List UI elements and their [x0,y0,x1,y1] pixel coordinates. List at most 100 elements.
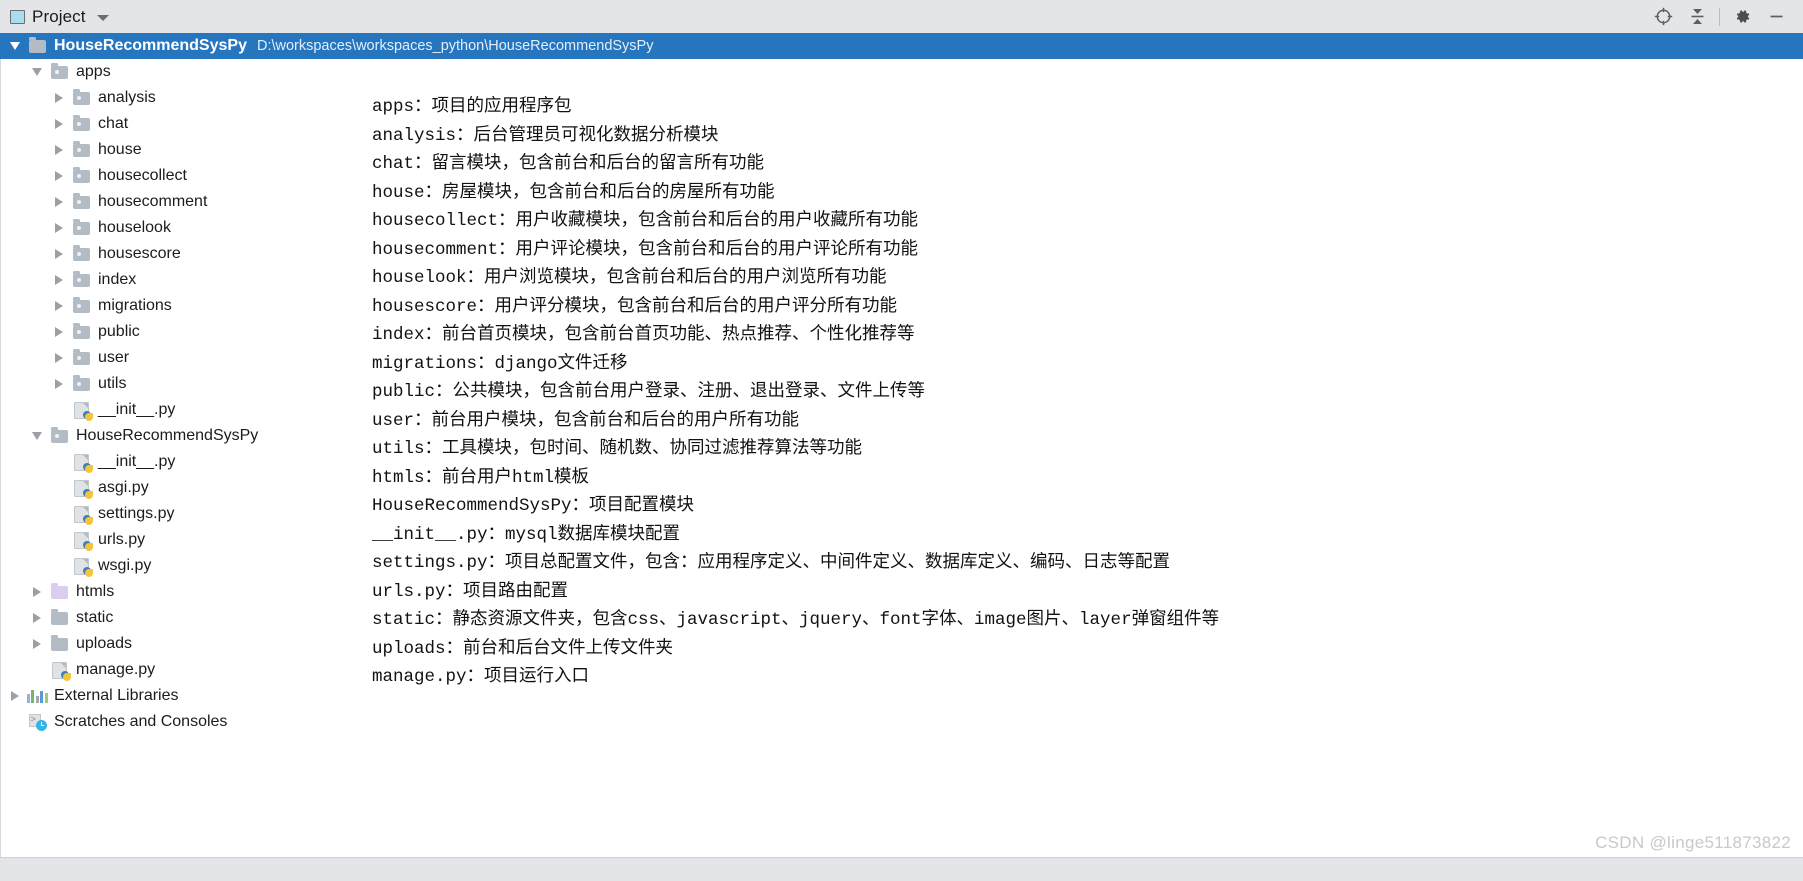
tree-row[interactable]: apps [0,59,1803,85]
twisty-collapsed-icon[interactable] [48,111,70,137]
description-line: houselook：用户浏览模块，包含前台和后台的用户浏览所有功能 [372,268,887,288]
description-line: static：静态资源文件夹，包含css、javascript、jquery、f… [372,610,1220,630]
twisty-expanded-icon[interactable] [26,423,48,449]
description-line: htmls：前台用户html模板 [372,467,590,488]
description-line: migrations：django文件迁移 [372,353,628,374]
folder-template-icon [48,579,70,605]
python-file-icon [70,449,93,475]
twisty-collapsed-icon[interactable] [48,293,70,319]
twisty-placeholder [48,449,70,475]
twisty-placeholder [48,475,70,501]
tree-row-label: housecollect [98,167,187,184]
tree-row-label: htmls [76,583,115,600]
tree-row-label: housescore [98,245,181,262]
folder-package-icon [70,189,92,215]
description-line: public：公共模块，包含前台用户登录、注册、退出登录、文件上传等 [372,382,926,402]
description-line: apps：项目的应用程序包 [372,97,572,117]
project-tool-button[interactable]: Project [0,7,109,27]
tree-row-label: urls.py [98,531,146,548]
tree-row-label: index [98,271,137,288]
description-line: housecollect：用户收藏模块，包含前台和后台的用户收藏所有功能 [372,211,919,231]
tree-row-label: chat [98,115,129,132]
folder-package-icon [70,163,92,189]
tree-row-label: asgi.py [98,479,149,496]
folder-icon [26,33,48,59]
folder-package-icon [70,371,92,397]
tree-row-root[interactable]: HouseRecommendSysPy D:\workspaces\worksp… [0,33,1803,59]
tree-row-label: static [76,609,114,626]
tree-row-label: wsgi.py [98,557,152,574]
twisty-placeholder [4,709,26,735]
description-line: house：房屋模块，包含前台和后台的房屋所有功能 [372,182,775,203]
twisty-expanded-icon[interactable] [4,33,26,59]
folder-package-icon [70,137,92,163]
tree-row-label: house [98,141,142,158]
libraries-icon [26,683,48,709]
description-line: housecomment：用户评论模块，包含前台和后台的用户评论所有功能 [372,239,919,260]
twisty-collapsed-icon[interactable] [48,371,70,397]
description-line: utils：工具模块，包时间、随机数、协同过滤推荐算法等功能 [372,439,863,459]
folder-package-icon [70,267,92,293]
description-line: __init__.py：mysql数据库模块配置 [372,524,681,545]
tree-row-label: settings.py [98,505,175,522]
twisty-collapsed-icon[interactable] [4,683,26,709]
folder-package-icon [70,215,92,241]
twisty-placeholder [48,397,70,423]
folder-package-icon [70,241,92,267]
folder-icon [48,605,70,631]
tree-row-label: housecomment [98,193,208,210]
tree-row-label: HouseRecommendSysPy [54,37,247,54]
twisty-collapsed-icon[interactable] [48,163,70,189]
minimize-icon[interactable] [1759,0,1793,33]
twisty-collapsed-icon[interactable] [26,631,48,657]
python-file-icon [70,527,93,553]
description-line: uploads：前台和后台文件上传文件夹 [372,638,674,659]
folder-icon [48,631,70,657]
tool-window-title: Project [32,6,86,26]
description-line: user：前台用户模块，包含前台和后台的用户所有功能 [372,410,800,431]
folder-package-icon [70,111,92,137]
chevron-down-icon[interactable] [96,14,109,21]
scratches-icon: > [26,709,48,735]
twisty-collapsed-icon[interactable] [48,267,70,293]
folder-package-icon [70,345,92,371]
twisty-collapsed-icon[interactable] [26,605,48,631]
tree-row-label: External Libraries [54,687,179,704]
tree-row-label: apps [76,63,111,80]
tree-row-label: __init__.py [98,401,176,418]
twisty-collapsed-icon[interactable] [48,85,70,111]
twisty-collapsed-icon[interactable] [48,345,70,371]
description-line: manage.py：项目运行入口 [372,667,590,687]
tree-row-label: manage.py [76,661,156,678]
gear-icon[interactable] [1725,0,1759,33]
tree-row[interactable]: > Scratches and Consoles [0,709,1803,735]
tree-row-label: migrations [98,297,172,314]
twisty-collapsed-icon[interactable] [48,137,70,163]
python-file-icon [70,397,93,423]
python-file-icon [70,553,93,579]
twisty-collapsed-icon[interactable] [26,579,48,605]
python-file-icon [48,657,71,683]
folder-package-icon [70,85,92,111]
folder-package-icon [70,293,92,319]
tool-window-actions [1646,0,1793,33]
tree-row-label: user [98,349,130,366]
description-line: analysis：后台管理员可视化数据分析模块 [372,125,719,146]
tree-row-label: __init__.py [98,453,176,470]
twisty-placeholder [48,553,70,579]
folder-package-icon [70,319,92,345]
status-bar [0,857,1803,881]
locate-icon[interactable] [1646,0,1680,33]
twisty-collapsed-icon[interactable] [48,319,70,345]
twisty-collapsed-icon[interactable] [48,189,70,215]
twisty-placeholder [48,501,70,527]
python-file-icon [70,501,93,527]
twisty-collapsed-icon[interactable] [48,215,70,241]
project-path: D:\workspaces\workspaces_python\HouseRec… [256,38,654,54]
collapse-all-icon[interactable] [1680,0,1714,33]
twisty-expanded-icon[interactable] [26,59,48,85]
python-file-icon [70,475,93,501]
tree-row-label: houselook [98,219,171,236]
twisty-collapsed-icon[interactable] [48,241,70,267]
tree-row-label: utils [98,375,127,392]
